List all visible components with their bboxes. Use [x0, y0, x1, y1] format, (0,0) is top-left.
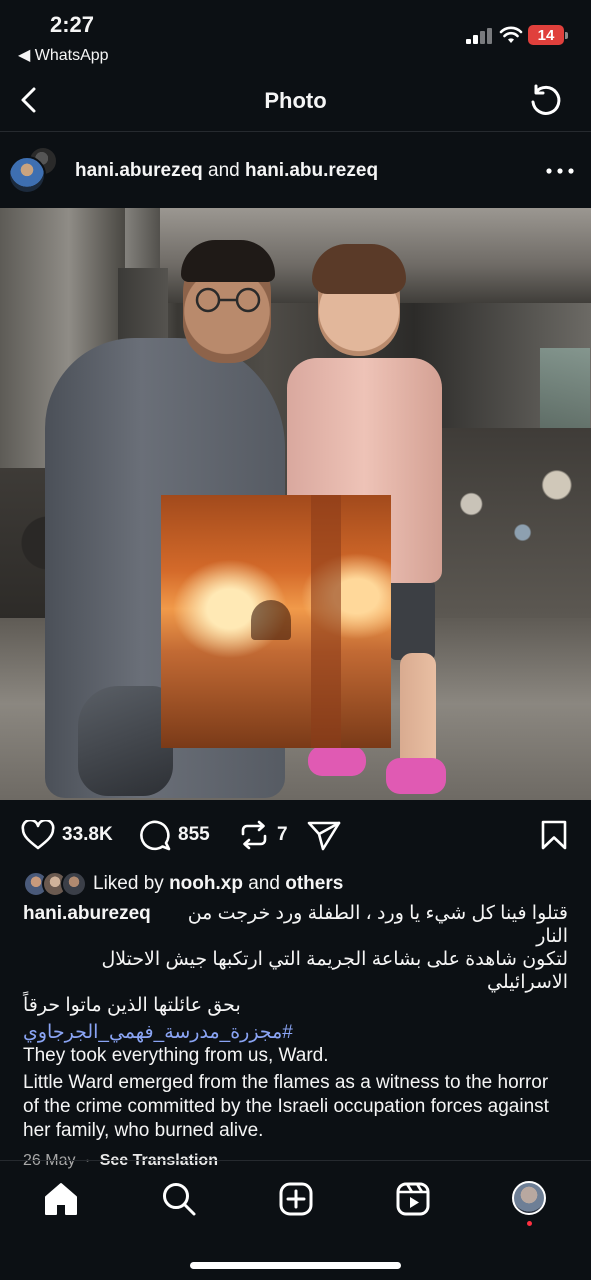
refresh-icon[interactable]: [527, 83, 563, 119]
caption-english-1: They took everything from us, Ward.: [23, 1045, 329, 1066]
caption-arabic-line-2: لتكون شاهدة على بشاعة الجريمة التي ارتكب…: [101, 949, 568, 993]
repost-count[interactable]: 7: [277, 824, 288, 846]
author-joiner: and: [208, 160, 240, 181]
search-icon[interactable]: [161, 1181, 197, 1217]
liker-avatars: [23, 871, 87, 897]
post-header: hani.aburezeq and hani.abu.rezeq: [0, 132, 591, 208]
caption-arabic-line-3: بحق عائلتها الذين ماتوا حرقاً: [23, 995, 241, 1016]
create-icon[interactable]: [278, 1181, 314, 1217]
notification-dot: [527, 1221, 532, 1226]
liked-by-user[interactable]: nooh.xp: [169, 873, 243, 895]
inset-fire-image: [161, 495, 391, 748]
back-to-whatsapp-link[interactable]: ◀ WhatsApp: [18, 45, 109, 65]
wifi-icon: [499, 26, 523, 43]
reels-icon[interactable]: [395, 1181, 431, 1217]
repost-action[interactable]: 7: [238, 820, 288, 850]
post-authors: hani.aburezeq and hani.abu.rezeq: [75, 160, 378, 182]
caption-arabic-line-1: قتلوا فينا كل شيء يا ورد ، الطفلة ورد خر…: [187, 903, 568, 947]
bookmark-action[interactable]: [540, 820, 568, 850]
profile-avatar[interactable]: [512, 1181, 546, 1215]
author-username[interactable]: hani.aburezeq: [75, 160, 203, 181]
bookmark-icon[interactable]: [540, 820, 568, 850]
post-photo[interactable]: [0, 208, 591, 800]
page-title: Photo: [264, 88, 327, 113]
battery-indicator: 14: [528, 25, 568, 45]
signal-icon: [466, 28, 494, 44]
home-icon[interactable]: [43, 1181, 79, 1217]
share-icon[interactable]: [306, 819, 342, 851]
home-indicator: [190, 1262, 401, 1269]
status-time: 2:27: [50, 12, 95, 37]
liked-by-others[interactable]: others: [285, 873, 343, 895]
tab-bar: [0, 1160, 591, 1280]
share-action[interactable]: [306, 819, 342, 851]
like-action[interactable]: 33.8K: [21, 820, 113, 850]
avatar: [8, 156, 46, 194]
nav-header: Photo: [0, 70, 591, 132]
liked-by-row[interactable]: Liked by nooh.xp and others: [23, 868, 568, 900]
comment-action[interactable]: 855: [138, 819, 210, 851]
caption-hashtag[interactable]: #مجزرة_مدرسة_فهمي_الجرجاوي: [23, 1021, 568, 1044]
coauthor-username[interactable]: hani.abu.rezeq: [245, 160, 378, 181]
repost-icon[interactable]: [238, 819, 270, 851]
heart-icon[interactable]: [21, 820, 55, 850]
more-icon[interactable]: [546, 168, 574, 174]
caption-author[interactable]: hani.aburezeq: [23, 902, 151, 925]
liked-by-prefix: Liked by: [93, 873, 164, 894]
like-count[interactable]: 33.8K: [62, 824, 113, 846]
liked-by-and: and: [248, 873, 280, 894]
caption-first-line: hani.aburezeq قتلوا فينا كل شيء يا ورد ،…: [23, 902, 568, 948]
caption-english-2: Little Ward emerged from the flames as a…: [23, 1072, 549, 1141]
avatar: [61, 871, 87, 897]
comment-icon[interactable]: [138, 819, 171, 851]
post-actions: 33.8K 855 7: [0, 800, 591, 868]
author-avatars[interactable]: [8, 146, 58, 196]
comment-count[interactable]: 855: [178, 824, 210, 846]
post-caption: Liked by nooh.xp and others hani.abureze…: [23, 868, 568, 1170]
status-bar: 2:27 ◀ WhatsApp 14: [0, 0, 591, 70]
